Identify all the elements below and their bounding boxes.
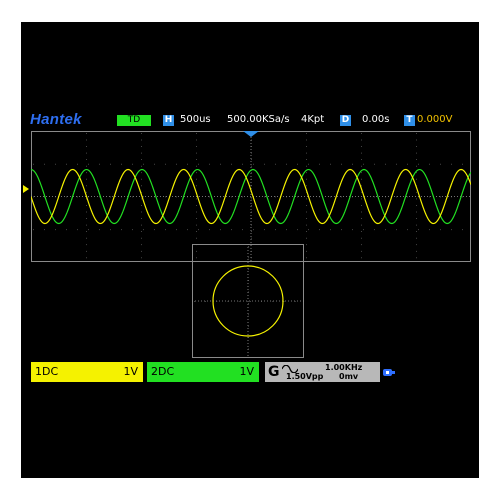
timebase-value: 500us xyxy=(180,114,211,125)
channel-2-coupling: 2DC xyxy=(151,365,175,378)
display-mode-badge[interactable]: TD xyxy=(117,115,151,126)
channel-1-status[interactable]: 1DC 1V xyxy=(31,362,143,382)
delay-key[interactable]: D xyxy=(340,115,351,126)
delay-value: 0.00s xyxy=(362,114,390,125)
timebase-key[interactable]: H xyxy=(163,115,174,126)
usb-icon xyxy=(383,369,395,376)
xy-graticule xyxy=(192,244,304,358)
waveform-display[interactable] xyxy=(31,131,471,262)
channel-1-scale: 1V xyxy=(123,365,138,378)
channel-2-scale: 1V xyxy=(239,365,254,378)
trigger-position-marker[interactable] xyxy=(243,131,259,137)
generator-amplitude: 1.50Vpp xyxy=(286,372,324,381)
trigger-level: 0.000V xyxy=(417,114,453,125)
generator-frequency: 1.00KHz xyxy=(325,363,363,372)
channel-1-coupling: 1DC xyxy=(35,365,59,378)
status-bar: Hantek TD H 500us 500.00KSa/s 4Kpt D 0.0… xyxy=(21,110,479,130)
sample-rate: 500.00KSa/s xyxy=(227,114,290,125)
generator-key: G xyxy=(268,364,280,380)
channel-1-ground-marker[interactable] xyxy=(21,184,31,194)
memory-depth: 4Kpt xyxy=(301,114,325,125)
oscilloscope-screen: Hantek TD H 500us 500.00KSa/s 4Kpt D 0.0… xyxy=(21,22,479,478)
trigger-key[interactable]: T xyxy=(404,115,415,126)
generator-offset: 0mv xyxy=(339,372,359,381)
brand-logo: Hantek xyxy=(30,111,82,128)
channel-2-status[interactable]: 2DC 1V xyxy=(147,362,259,382)
xy-display[interactable] xyxy=(192,244,304,358)
signal-generator-status[interactable]: G 1.00KHz 1.50Vpp 0mv xyxy=(265,362,380,382)
